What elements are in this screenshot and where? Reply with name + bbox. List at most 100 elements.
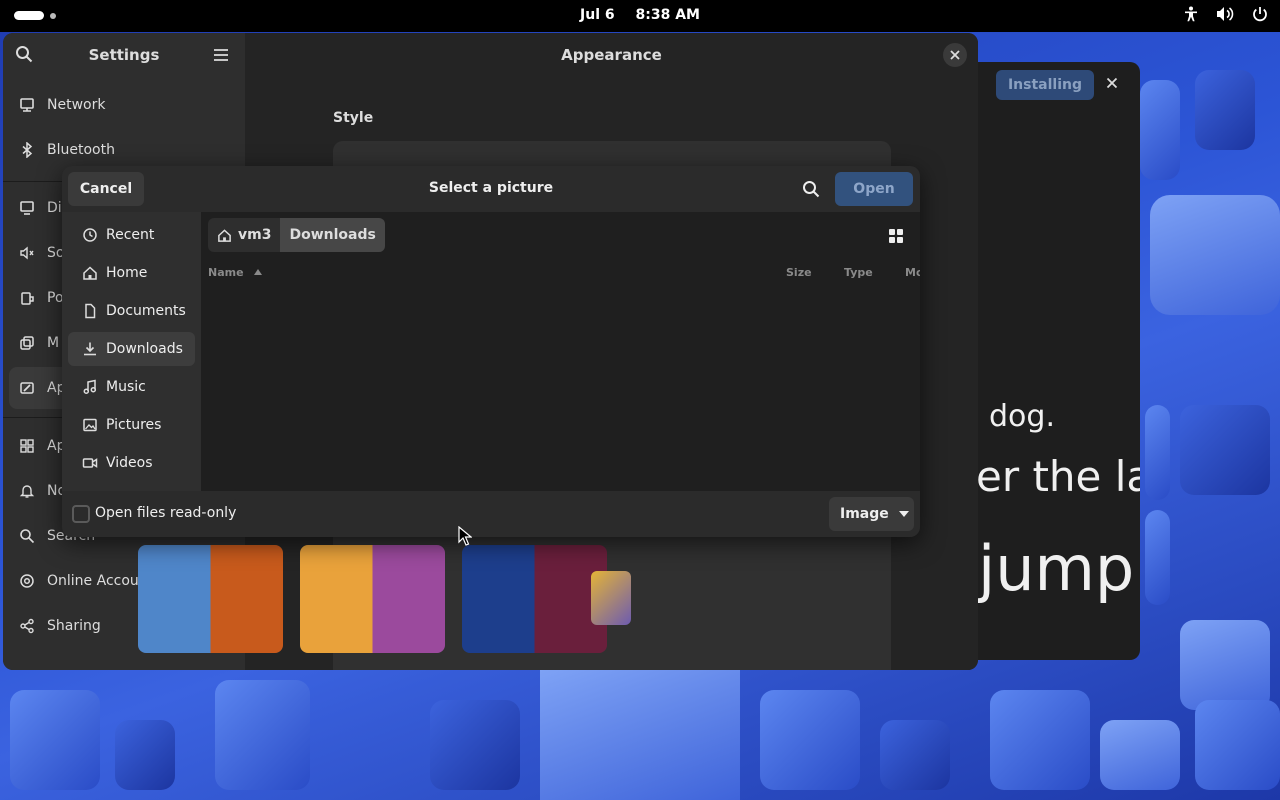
place-label: Videos xyxy=(106,455,153,471)
dialog-title: Select a picture xyxy=(428,180,554,196)
sidebar-item-label: Sharing xyxy=(47,618,101,634)
multitasking-icon xyxy=(20,336,34,350)
filter-label: Image xyxy=(840,506,889,522)
volume-icon[interactable] xyxy=(1216,6,1234,22)
network-icon xyxy=(20,98,34,112)
sidebar-item-appearance[interactable]: Ap xyxy=(19,376,65,400)
search-icon[interactable] xyxy=(802,180,820,202)
sound-icon xyxy=(20,246,34,260)
search-icon xyxy=(20,529,35,544)
text-editor-window: Installing dog. er the la jump xyxy=(978,62,1140,660)
wallpaper-thumbnail[interactable] xyxy=(300,545,445,653)
read-only-checkbox[interactable] xyxy=(72,505,90,523)
sidebar-item-label: M xyxy=(47,335,60,351)
wallpaper-thumbnail[interactable] xyxy=(462,545,607,653)
power-icon[interactable] xyxy=(1252,6,1268,22)
sidebar-item-sharing[interactable]: Sharing xyxy=(19,614,101,638)
top-bar: Jul 6 8:38 AM xyxy=(0,0,1280,32)
sharing-icon xyxy=(20,618,34,634)
place-label: Home xyxy=(106,265,148,281)
place-videos[interactable]: Videos xyxy=(68,446,195,480)
breadcrumb: vm3 Downloads xyxy=(208,218,385,252)
file-chooser-dialog: Cancel Select a picture Open Recent Home… xyxy=(62,166,920,537)
place-recent[interactable]: Recent xyxy=(68,218,195,252)
column-header-label: Name xyxy=(208,266,244,279)
sidebar-item-label: Bluetooth xyxy=(47,142,115,158)
place-pictures[interactable]: Pictures xyxy=(68,408,195,442)
sort-ascending-icon xyxy=(254,269,263,275)
sidebar-item-displays[interactable]: Di xyxy=(19,196,62,220)
apps-icon xyxy=(20,439,34,453)
sidebar-item-bluetooth[interactable]: Bluetooth xyxy=(19,138,115,162)
sidebar-item-notifications[interactable]: No xyxy=(19,479,66,503)
music-icon xyxy=(83,379,97,394)
column-header-type[interactable]: Type xyxy=(844,266,873,279)
document-icon xyxy=(85,303,96,319)
sidebar-item-network[interactable]: Network xyxy=(19,93,105,117)
download-icon xyxy=(84,342,96,356)
wallpaper-thumbnail-art xyxy=(591,571,631,625)
close-button[interactable] xyxy=(943,43,967,67)
place-label: Music xyxy=(106,379,146,395)
column-header-name[interactable]: Name xyxy=(208,266,263,279)
notifications-icon xyxy=(19,485,35,498)
appearance-icon xyxy=(20,382,34,394)
breadcrumb-label: Downloads xyxy=(289,227,376,243)
hamburger-menu-icon[interactable] xyxy=(213,47,229,66)
breadcrumb-label: vm3 xyxy=(238,227,272,243)
read-only-label: Open files read-only xyxy=(95,505,237,521)
clock-date: Jul 6 xyxy=(580,7,615,23)
sidebar-item-multitasking[interactable]: M xyxy=(19,331,59,355)
place-label: Downloads xyxy=(106,341,183,357)
bluetooth-icon xyxy=(22,142,33,158)
mouse-cursor-icon xyxy=(458,525,473,550)
system-tray[interactable] xyxy=(1184,6,1268,22)
picture-icon xyxy=(83,418,97,432)
settings-title: Settings xyxy=(88,46,160,64)
sidebar-item-label: Di xyxy=(47,200,62,216)
editor-text-line: dog. xyxy=(989,399,1055,434)
place-label: Documents xyxy=(106,303,186,319)
breadcrumb-home[interactable]: vm3 xyxy=(208,218,281,252)
editor-text-line: jump xyxy=(978,532,1135,605)
place-label: Recent xyxy=(106,227,155,243)
grid-view-icon[interactable] xyxy=(888,228,904,248)
settings-sidebar-header: Settings xyxy=(3,33,245,77)
place-label: Pictures xyxy=(106,417,162,433)
home-icon xyxy=(218,228,231,242)
file-list-area[interactable]: vm3 Downloads Name Size Type Modified xyxy=(201,212,920,491)
chevron-down-icon xyxy=(898,511,909,517)
place-documents[interactable]: Documents xyxy=(68,294,195,328)
clock-time: 8:38 AM xyxy=(635,7,700,23)
wallpaper-thumbnail[interactable] xyxy=(138,545,283,653)
place-downloads[interactable]: Downloads xyxy=(68,332,195,366)
video-icon xyxy=(82,458,98,468)
installing-button[interactable]: Installing xyxy=(996,70,1094,100)
online-accounts-icon xyxy=(20,574,34,588)
page-title: Appearance xyxy=(561,46,662,64)
column-header-modified[interactable]: Modified xyxy=(905,266,920,279)
file-type-filter[interactable]: Image xyxy=(829,497,914,531)
places-sidebar: Recent Home Documents Downloads Music Pi… xyxy=(62,212,201,491)
sidebar-item-apps[interactable]: Ap xyxy=(19,434,65,458)
sidebar-item-sound[interactable]: So xyxy=(19,241,64,265)
sidebar-item-label: Network xyxy=(47,97,106,113)
open-button[interactable]: Open xyxy=(835,172,913,206)
column-header-size[interactable]: Size xyxy=(786,266,812,279)
place-music[interactable]: Music xyxy=(68,370,195,404)
home-icon xyxy=(83,266,97,280)
accessibility-icon[interactable] xyxy=(1184,6,1198,22)
power-icon xyxy=(21,292,34,305)
sidebar-item-power[interactable]: Po xyxy=(19,286,64,310)
editor-text-line: er the la xyxy=(978,452,1140,501)
dialog-footer: Open files read-only Image xyxy=(62,491,920,537)
display-icon xyxy=(20,201,34,215)
dialog-header: Cancel Select a picture Open xyxy=(62,166,920,212)
close-icon[interactable] xyxy=(1106,74,1118,93)
place-home[interactable]: Home xyxy=(68,256,195,290)
clock-icon xyxy=(83,228,97,242)
clock[interactable]: Jul 6 8:38 AM xyxy=(0,7,1280,23)
breadcrumb-downloads[interactable]: Downloads xyxy=(280,218,385,252)
close-icon xyxy=(950,50,960,60)
section-title-style: Style xyxy=(333,110,374,126)
